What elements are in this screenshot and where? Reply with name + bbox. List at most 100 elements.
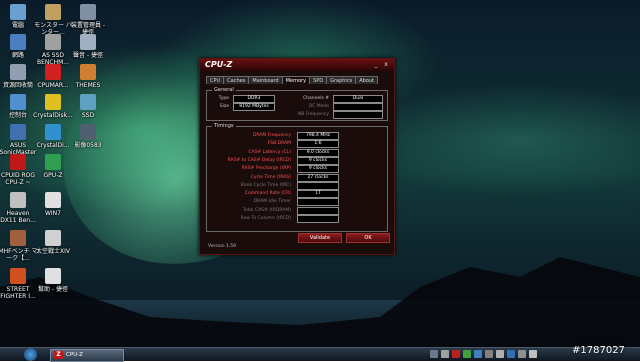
tray-icon[interactable] bbox=[441, 350, 449, 358]
desktop-icon[interactable]: GPU-Z bbox=[33, 154, 73, 179]
desktop-icon[interactable]: 幫助 - 捷徑 bbox=[33, 268, 73, 293]
dc-mode-value bbox=[333, 103, 383, 111]
desktop-icon[interactable]: CrystalDi... bbox=[33, 124, 73, 149]
desktop-icon-image bbox=[10, 230, 26, 246]
tab-graphics[interactable]: Graphics bbox=[326, 76, 357, 84]
tray-icon[interactable] bbox=[507, 350, 515, 358]
desktop-icon-image bbox=[45, 230, 61, 246]
timing-value bbox=[297, 215, 339, 223]
tray-icon[interactable] bbox=[518, 350, 526, 358]
desktop-icon[interactable]: CrystalDisk... bbox=[33, 94, 73, 119]
desktop-icon-label: 幫助 - 捷徑 bbox=[38, 286, 68, 293]
type-label: Type bbox=[218, 96, 229, 101]
tray-icon[interactable] bbox=[430, 350, 438, 358]
timing-value bbox=[297, 198, 339, 207]
desktop-icon-image bbox=[10, 154, 26, 170]
desktop-icon-label: CrystalDi... bbox=[36, 142, 70, 149]
window-titlebar[interactable]: CPU-Z _ x bbox=[200, 59, 394, 71]
tray-icon[interactable] bbox=[474, 350, 482, 358]
desktop-icon[interactable]: モンスター ハンター... bbox=[33, 4, 73, 36]
desktop-icon[interactable]: WIN7 bbox=[33, 192, 73, 217]
timing-value: 9 clocks bbox=[297, 156, 339, 165]
timings-group: Timings DRAM Frequency 798.4 MHz FSB:DRAM 1… bbox=[206, 123, 388, 232]
tray-icon[interactable] bbox=[529, 350, 537, 358]
desktop-icon-image bbox=[45, 4, 61, 20]
tab-strip: CPU Caches Mainboard Memory SPD Graphics… bbox=[206, 76, 378, 84]
tab-mainboard[interactable]: Mainboard bbox=[248, 76, 283, 84]
desktop-icon-label: SSD bbox=[81, 112, 95, 119]
desktop-icon[interactable]: 聲音 - 捷徑 bbox=[68, 34, 108, 59]
desktop-icon[interactable]: 太空戰士XIV bbox=[33, 230, 73, 255]
tab-about[interactable]: About bbox=[355, 76, 378, 84]
channels-label: Channels # bbox=[302, 96, 329, 101]
start-orb-icon[interactable] bbox=[24, 348, 37, 361]
nb-frequency-value bbox=[333, 111, 383, 119]
desktop: 電腦 モンスター ハンター... 裝置管理員 - 捷徑 網路 AS SSD BENCHM… bbox=[0, 0, 640, 347]
close-button[interactable]: x bbox=[382, 61, 390, 68]
desktop-icon[interactable]: AS SSD BENCHM... bbox=[33, 34, 73, 66]
cpuz-window[interactable]: CPU-Z _ x CPU Caches Mainboard Memory SP… bbox=[199, 58, 395, 255]
desktop-icon-label: THEMES bbox=[75, 82, 101, 89]
channels-value: Dual bbox=[333, 95, 383, 103]
validate-button[interactable]: Validate bbox=[298, 233, 342, 243]
timing-value: 9 clocks bbox=[297, 165, 339, 174]
timing-label: FSB:DRAM bbox=[267, 141, 291, 147]
desktop-icon-image bbox=[10, 192, 26, 208]
desktop-icon-image bbox=[80, 94, 96, 110]
timing-label: CAS# Latency (CL) bbox=[248, 149, 291, 155]
desktop-icon-image bbox=[10, 64, 26, 80]
general-group: General Type DDR3 Size 8192 MBytes Chann… bbox=[206, 87, 388, 121]
tray-icon[interactable] bbox=[463, 350, 471, 358]
timing-value: 27 clocks bbox=[297, 173, 339, 182]
version-label: Version 1.59 bbox=[208, 244, 236, 249]
timing-value: 1:6 bbox=[297, 140, 339, 149]
taskbar-cpuz-button[interactable]: Z CPU-Z bbox=[50, 349, 124, 362]
desktop-icon-label: GPU-Z bbox=[43, 172, 63, 179]
timing-label: Bank Cycle Time (tRC) bbox=[240, 182, 291, 188]
minimize-button[interactable]: _ bbox=[372, 61, 380, 68]
desktop-icon-image bbox=[80, 124, 96, 140]
desktop-icon[interactable]: THEMES bbox=[68, 64, 108, 89]
size-value: 8192 MBytes bbox=[233, 103, 275, 111]
desktop-icon[interactable]: 影像0583 bbox=[68, 124, 108, 149]
system-tray bbox=[430, 350, 537, 358]
desktop-icon-image bbox=[45, 154, 61, 170]
desktop-icon-image bbox=[10, 268, 26, 284]
taskbar-cpuz-label: CPU-Z bbox=[66, 352, 83, 358]
tray-icon[interactable] bbox=[485, 350, 493, 358]
general-group-label: General bbox=[212, 87, 236, 94]
tab-memory[interactable]: Memory bbox=[281, 76, 311, 84]
desktop-icon-image bbox=[80, 4, 96, 20]
timing-value bbox=[297, 206, 339, 215]
taskbar: Z CPU-Z bbox=[0, 347, 640, 362]
timing-label: Total CAS# (tRDRAM) bbox=[243, 207, 291, 213]
timing-label: RAS# to CAS# Delay (tRCD) bbox=[227, 157, 291, 163]
ok-button[interactable]: OK bbox=[346, 233, 390, 243]
type-value: DDR3 bbox=[233, 95, 275, 103]
timing-label: RAS# Precharge (tRP) bbox=[241, 166, 291, 172]
tab-caches[interactable]: Caches bbox=[223, 76, 250, 84]
desktop-icon-image bbox=[10, 124, 26, 140]
window-title: CPU-Z bbox=[205, 60, 233, 69]
desktop-icon[interactable]: SSD bbox=[68, 94, 108, 119]
desktop-icon-image bbox=[10, 4, 26, 20]
tab-cpu[interactable]: CPU bbox=[206, 76, 225, 84]
desktop-icon[interactable]: CPUMAR... bbox=[33, 64, 73, 89]
desktop-icon[interactable]: 裝置管理員 - 捷徑 bbox=[68, 4, 108, 36]
tab-spd[interactable]: SPD bbox=[309, 76, 328, 84]
desktop-icon-image bbox=[45, 34, 61, 50]
desktop-icon-image bbox=[10, 94, 26, 110]
desktop-icon-image bbox=[45, 124, 61, 140]
timing-label: Command Rate (CR) bbox=[244, 191, 291, 197]
tray-icon[interactable] bbox=[452, 350, 460, 358]
desktop-icon-image bbox=[45, 94, 61, 110]
tray-icon[interactable] bbox=[496, 350, 504, 358]
desktop-icon-image bbox=[80, 34, 96, 50]
desktop-icon-image bbox=[45, 268, 61, 284]
size-label: Size bbox=[219, 104, 229, 109]
desktop-icon-label: 影像0583 bbox=[74, 142, 102, 149]
desktop-icon-label: 聲音 - 捷徑 bbox=[73, 52, 103, 59]
timing-label: DRAM Frequency bbox=[252, 133, 291, 138]
desktop-icon-label: WIN7 bbox=[44, 210, 61, 217]
desktop-icon-label: CPUMAR... bbox=[37, 82, 69, 89]
